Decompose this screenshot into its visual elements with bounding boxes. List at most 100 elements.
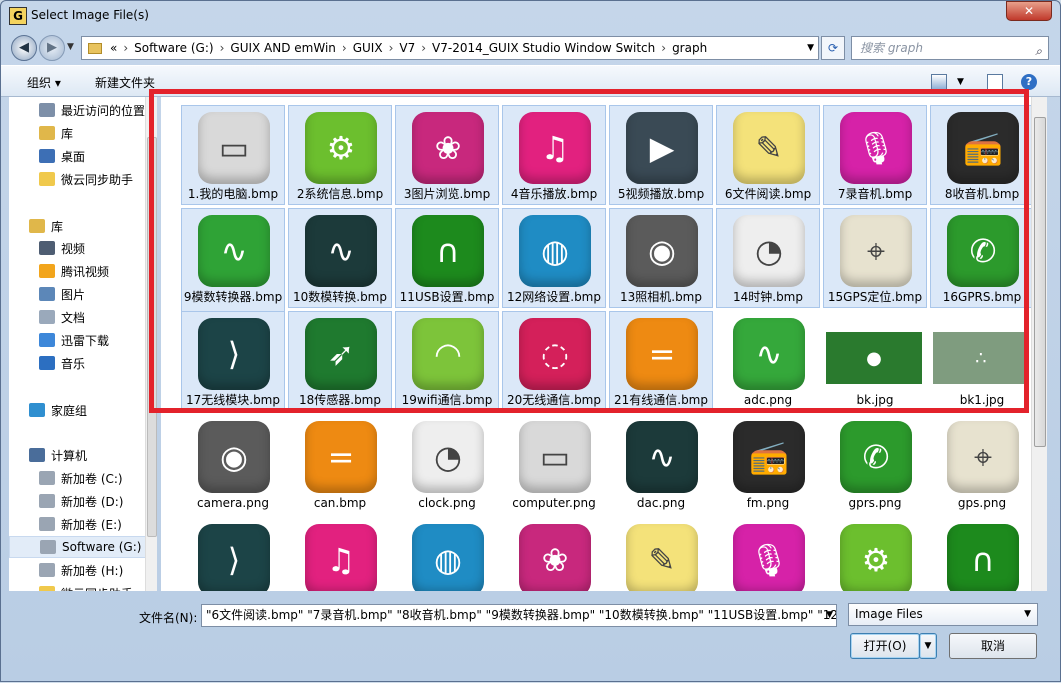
file-item[interactable]: 🎙 7录音机.bmp (823, 105, 927, 205)
file-item[interactable]: ➶ 18传感器.bmp (288, 311, 392, 411)
sidebar-item[interactable]: 音乐 (9, 352, 149, 374)
file-item[interactable]: ◔ clock.png (395, 414, 499, 514)
file-item[interactable]: ⚙ (823, 517, 927, 591)
file-item[interactable]: ✎ (609, 517, 713, 591)
sidebar-item[interactable]: 新加卷 (H:) (9, 559, 149, 581)
filetype-select[interactable]: Image Files ▼ (848, 603, 1038, 626)
navigation-scrollbar[interactable] (145, 97, 157, 591)
file-item[interactable]: = can.bmp (288, 414, 392, 514)
sidebar-item[interactable]: 视频 (9, 237, 149, 259)
file-item[interactable]: ● bk.jpg (823, 311, 927, 411)
sidebar-item[interactable]: 桌面 (9, 145, 149, 167)
breadcrumb-item[interactable]: V7-2014_GUIX Studio Window Switch (432, 41, 655, 55)
address-dropdown-arrow[interactable]: ▼ (807, 43, 814, 53)
sidebar-item[interactable]: 文档 (9, 306, 149, 328)
cancel-button[interactable]: 取消 (949, 633, 1037, 659)
view-dropdown-arrow[interactable]: ▼ (957, 77, 964, 87)
breadcrumb-separator[interactable]: › (342, 41, 347, 55)
file-item[interactable]: ❀ 3图片浏览.bmp (395, 105, 499, 205)
breadcrumb-separator[interactable]: › (421, 41, 426, 55)
file-item[interactable]: ♫ 4音乐播放.bmp (502, 105, 606, 205)
breadcrumb-separator[interactable]: › (661, 41, 666, 55)
file-item[interactable]: ∩ (930, 517, 1034, 591)
breadcrumb-item[interactable]: GUIX (353, 41, 383, 55)
file-item[interactable]: ◍ 12网络设置.bmp (502, 208, 606, 308)
file-item[interactable]: ❀ (502, 517, 606, 591)
sidebar-item[interactable]: 腾讯视频 (9, 260, 149, 282)
breadcrumb-separator[interactable]: › (389, 41, 394, 55)
file-item[interactable]: ◍ (395, 517, 499, 591)
sidebar-item[interactable]: 最近访问的位置 (9, 99, 149, 121)
file-item[interactable]: ⌖ 15GPS定位.bmp (823, 208, 927, 308)
sidebar-item[interactable]: 微云同步助手 (9, 168, 149, 190)
file-item[interactable]: ♫ (288, 517, 392, 591)
file-item[interactable]: 📻 fm.png (716, 414, 820, 514)
file-item[interactable]: ▶ 5视频播放.bmp (609, 105, 713, 205)
file-item[interactable]: ✎ 6文件阅读.bmp (716, 105, 820, 205)
back-button[interactable]: ◀ (11, 35, 37, 61)
refresh-button[interactable]: ⟳ (821, 36, 845, 60)
file-item[interactable]: ✆ gprs.png (823, 414, 927, 514)
open-button[interactable]: 打开(O) (850, 633, 920, 659)
filetype-dropdown-arrow[interactable]: ▼ (1024, 604, 1031, 625)
recent-pages-dropdown[interactable]: ▼ (67, 42, 74, 52)
file-item[interactable]: ⟩ (181, 517, 285, 591)
file-item[interactable]: 📻 8收音机.bmp (930, 105, 1034, 205)
breadcrumb-chevron[interactable]: « (110, 41, 117, 55)
breadcrumb-item[interactable]: graph (672, 41, 707, 55)
new-folder-button[interactable]: 新建文件夹 (95, 74, 155, 91)
sidebar-item[interactable]: 库 (9, 122, 149, 144)
filename-dropdown-arrow[interactable]: ▼ (826, 605, 833, 626)
sidebar-item[interactable]: 新加卷 (D:) (9, 490, 149, 512)
file-item[interactable]: ◉ camera.png (181, 414, 285, 514)
file-item[interactable]: ⚙ 2系统信息.bmp (288, 105, 392, 205)
file-item[interactable]: ◉ 13照相机.bmp (609, 208, 713, 308)
sidebar-item[interactable]: 微云同步助手 (9, 582, 149, 591)
sidebar-item[interactable]: 新加卷 (C:) (9, 467, 149, 489)
file-item[interactable]: ⌖ gps.png (930, 414, 1034, 514)
open-options-button[interactable]: ▼ (919, 633, 937, 659)
search-input[interactable]: 搜索 graph ⌕ (851, 36, 1049, 60)
sidebar-item[interactable]: 迅雷下载 (9, 329, 149, 351)
file-item[interactable]: 🎙 (716, 517, 820, 591)
file-item[interactable]: ∿ dac.png (609, 414, 713, 514)
filename-input[interactable]: "6文件阅读.bmp" "7录音机.bmp" "8收音机.bmp" "9模数转换… (201, 604, 837, 627)
close-button[interactable]: ✕ (1006, 1, 1052, 21)
file-item[interactable]: ◌ 20无线通信.bmp (502, 311, 606, 411)
file-item[interactable]: ∴ bk1.jpg (930, 311, 1034, 411)
file-item[interactable]: ∿ adc.png (716, 311, 820, 411)
file-list-scrollbar[interactable] (1031, 97, 1047, 591)
forward-button[interactable]: ▶ (39, 35, 65, 61)
breadcrumb-item[interactable]: Software (G:) (134, 41, 213, 55)
breadcrumb-separator[interactable]: › (220, 41, 225, 55)
sidebar-item[interactable]: Software (G:) (9, 536, 149, 558)
sidebar-item[interactable]: 库 (9, 215, 149, 237)
file-item[interactable]: ∩ 11USB设置.bmp (395, 208, 499, 308)
sidebar-item[interactable]: 图片 (9, 283, 149, 305)
file-item[interactable]: ▭ computer.png (502, 414, 606, 514)
file-item[interactable]: ∿ 9模数转换器.bmp (181, 208, 285, 320)
help-icon[interactable]: ? (1021, 74, 1037, 90)
file-list-scroll-thumb[interactable] (1034, 117, 1046, 447)
breadcrumb-separator[interactable]: › (123, 41, 128, 55)
file-item[interactable]: ◠ 19wifi通信.bmp (395, 311, 499, 411)
file-item[interactable]: ✆ 16GPRS.bmp (930, 208, 1034, 308)
view-options-icon[interactable] (931, 74, 947, 90)
file-item[interactable]: ▭ 1.我的电脑.bmp (181, 105, 285, 205)
file-item[interactable]: = 21有线通信.bmp (609, 311, 713, 411)
sidebar-item[interactable]: 计算机 (9, 444, 149, 466)
breadcrumb-item[interactable]: V7 (399, 41, 415, 55)
breadcrumb-item[interactable]: GUIX AND emWin (230, 41, 336, 55)
organize-menu[interactable]: 组织 ▾ (27, 74, 61, 91)
file-item[interactable]: ∿ 10数模转换.bmp (288, 208, 392, 308)
sidebar-item[interactable]: 家庭组 (9, 399, 149, 421)
sidebar-item-label: 微云同步助手 (61, 172, 134, 187)
sidebar-item[interactable]: 新加卷 (E:) (9, 513, 149, 535)
sidebar-item-icon (39, 241, 55, 255)
preview-pane-icon[interactable] (987, 74, 1003, 90)
navigation-scroll-thumb[interactable] (147, 137, 157, 537)
file-item[interactable]: ⟩ 17无线模块.bmp (181, 311, 285, 411)
search-icon[interactable]: ⌕ (1035, 40, 1042, 62)
file-item[interactable]: ◔ 14时钟.bmp (716, 208, 820, 308)
address-bar[interactable]: « › Software (G:) › GUIX AND emWin › GUIX › V7 ›… (81, 36, 819, 60)
